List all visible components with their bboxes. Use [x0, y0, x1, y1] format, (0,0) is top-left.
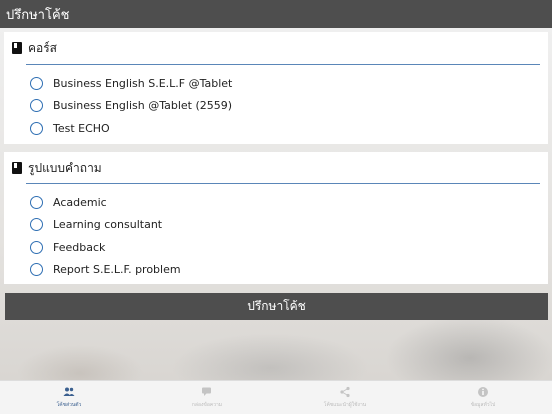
question-option[interactable]: Feedback	[30, 239, 105, 255]
book-icon	[12, 42, 22, 54]
course-option[interactable]: Business English S.E.L.F @Tablet	[30, 75, 232, 91]
top-bar: ปรึกษาโค้ช	[0, 0, 552, 28]
question-option-label: Learning consultant	[53, 217, 163, 231]
radio-icon[interactable]	[30, 262, 43, 276]
course-option-label: Test ECHO	[53, 121, 110, 135]
tab-label: ข้อมูลทั่วไป	[470, 402, 496, 408]
question-type-header: รูปแบบคำถาม	[12, 158, 540, 178]
tab-messages[interactable]: กล่องข้อความ	[138, 381, 276, 414]
radio-icon[interactable]	[30, 76, 43, 90]
divider	[26, 183, 540, 184]
tab-label: กล่องข้อความ	[191, 402, 223, 408]
question-option[interactable]: Academic	[30, 194, 107, 210]
chat-icon	[202, 387, 211, 396]
book-icon	[12, 162, 22, 174]
share-icon	[340, 386, 350, 398]
question-option-label: Report S.E.L.F. problem	[53, 262, 181, 276]
bottom-tab-bar: โค้ชส่วนตัว กล่องข้อความ โค้ชแนะนำผู้ใช้…	[0, 380, 552, 414]
radio-icon[interactable]	[30, 195, 43, 209]
course-section-title: คอร์ส	[28, 40, 58, 55]
page-title: ปรึกษาโค้ช	[6, 7, 70, 23]
course-option[interactable]: Test ECHO	[30, 120, 110, 136]
tab-info[interactable]: ข้อมูลทั่วไป	[414, 381, 552, 414]
info-icon	[478, 387, 488, 397]
radio-icon[interactable]	[30, 240, 43, 254]
question-option-label: Academic	[53, 195, 107, 209]
tab-label: โค้ชแนะนำผู้ใช้งาน	[323, 402, 367, 408]
radio-icon[interactable]	[30, 121, 43, 135]
radio-icon[interactable]	[30, 217, 43, 231]
consult-coach-button[interactable]: ปรึกษาโค้ช	[5, 293, 548, 320]
course-option-label: Business English @Tablet (2559)	[53, 98, 233, 112]
question-option-label: Feedback	[53, 240, 106, 254]
question-option[interactable]: Report S.E.L.F. problem	[30, 261, 181, 277]
course-option[interactable]: Business English @Tablet (2559)	[30, 97, 232, 113]
radio-icon[interactable]	[30, 98, 43, 112]
people-icon	[63, 387, 75, 396]
question-section-title: รูปแบบคำถาม	[28, 160, 102, 175]
tab-label: โค้ชส่วนตัว	[56, 402, 82, 408]
tab-personal-coach[interactable]: โค้ชส่วนตัว	[0, 381, 138, 414]
tab-share[interactable]: โค้ชแนะนำผู้ใช้งาน	[276, 381, 414, 414]
question-type-card: รูปแบบคำถาม Academic Learning consultant…	[4, 152, 548, 284]
divider	[26, 64, 540, 65]
question-option[interactable]: Learning consultant	[30, 216, 162, 232]
course-option-label: Business English S.E.L.F @Tablet	[53, 76, 233, 90]
course-card: คอร์ส Business English S.E.L.F @Tablet B…	[4, 32, 548, 144]
course-header: คอร์ส	[12, 38, 540, 58]
